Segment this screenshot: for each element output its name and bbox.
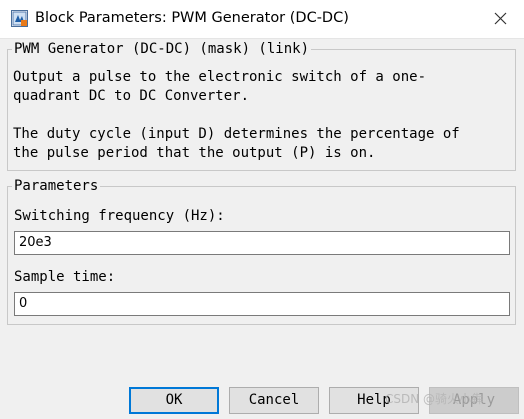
ok-button[interactable]: OK bbox=[129, 387, 219, 414]
description-line: the pulse period that the output (P) is … bbox=[13, 145, 376, 161]
mask-title: PWM Generator (DC-DC) (mask) (link) bbox=[12, 40, 312, 58]
parameters-title: Parameters bbox=[12, 177, 101, 195]
mask-description-group: PWM Generator (DC-DC) (mask) (link) Outp… bbox=[7, 40, 516, 171]
simulink-block-icon bbox=[11, 10, 28, 27]
cancel-button[interactable]: Cancel bbox=[229, 387, 319, 414]
sample-time-field[interactable]: 0 bbox=[14, 292, 510, 316]
title-bar: Block Parameters: PWM Generator (DC-DC) bbox=[0, 0, 524, 39]
switching-frequency-field[interactable]: 20e3 bbox=[14, 231, 510, 255]
close-icon bbox=[494, 12, 507, 25]
parameters-group: Parameters Switching frequency (Hz): 20e… bbox=[7, 177, 516, 325]
description-line: Output a pulse to the electronic switch … bbox=[13, 69, 427, 85]
close-button[interactable] bbox=[478, 0, 524, 38]
watermark: CSDN @骑火小犇 bbox=[385, 392, 484, 406]
window-title: Block Parameters: PWM Generator (DC-DC) bbox=[35, 10, 349, 26]
sample-time-label: Sample time: bbox=[14, 269, 116, 285]
description-line: The duty cycle (input D) determines the … bbox=[13, 126, 460, 142]
description-line: quadrant DC to DC Converter. bbox=[13, 88, 250, 104]
switching-frequency-label: Switching frequency (Hz): bbox=[14, 208, 225, 224]
